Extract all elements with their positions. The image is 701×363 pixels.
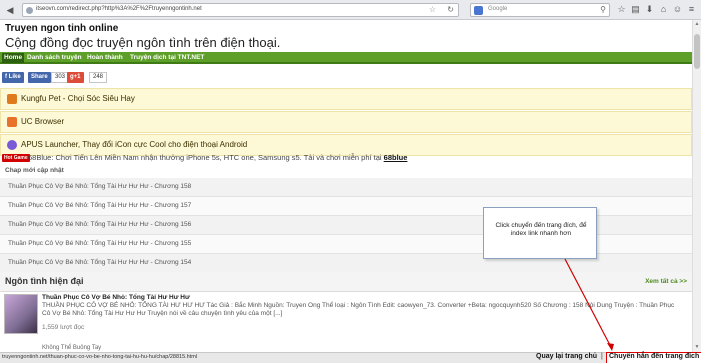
kungfu-pet-icon [7, 94, 17, 104]
home-icon[interactable]: ⌂ [658, 4, 669, 15]
scroll-down-icon[interactable]: ▼ [693, 343, 701, 352]
nav-story-list[interactable]: Danh sách truyện [27, 54, 82, 61]
page-scrollbar[interactable]: ▲ ▼ [692, 20, 701, 352]
update-link[interactable]: Thuần Phục Cô Vợ Bé Nhỏ: Tổng Tài Hư Hư … [8, 240, 191, 247]
site-name[interactable]: Truyen ngon tinh online [5, 23, 687, 34]
update-link[interactable]: Thuần Phục Cô Vợ Bé Nhỏ: Tổng Tài Hư Hư … [8, 183, 191, 190]
section-title: Ngôn tình hiện đại [5, 276, 84, 286]
story-description: THUẦN PHỤC CÔ VỢ BÉ NHỎ: TỔNG TÀI HƯ HƯ … [42, 302, 675, 317]
gplus-count: 248 [89, 72, 108, 83]
chat-icon[interactable]: ☺ [672, 4, 683, 15]
status-bar: truyenngontinh.net/thuan-phuc-co-vo-be-n… [0, 352, 701, 363]
download-icon[interactable]: ⬇ [644, 4, 655, 15]
see-all-link[interactable]: Xem tất cả >> [645, 278, 687, 285]
promo-text[interactable]: UC Browser [21, 117, 64, 126]
callout-arrow-head [607, 343, 614, 351]
update-link[interactable]: Thuần Phục Cô Vợ Bé Nhỏ: Tổng Tài Hư Hư … [8, 202, 191, 209]
update-link[interactable]: Thuần Phục Cô Vợ Bé Nhỏ: Tổng Tài Hư Hư … [8, 259, 191, 266]
nav-translated[interactable]: Truyện dịch tại TNT.NET [130, 54, 204, 61]
star-icon[interactable]: ☆ [616, 4, 627, 15]
status-url: truyenngontinh.net/thuan-phuc-co-vo-be-n… [2, 354, 198, 360]
social-bar: f Like Share 303 g+1 248 [0, 72, 300, 84]
site-header: Truyen ngon tinh online Cộng đồng đọc tr… [0, 20, 692, 50]
facebook-share-button[interactable]: Share [28, 72, 51, 83]
back-icon[interactable]: ◀ [4, 4, 16, 16]
back-home-link[interactable]: Quay lại trang chủ [536, 353, 597, 360]
scroll-thumb[interactable] [694, 34, 700, 69]
update-link[interactable]: Thuần Phục Cô Vợ Bé Nhỏ: Tổng Tài Hư Hư … [8, 221, 191, 228]
uc-browser-icon [7, 117, 17, 127]
hot-game-text: 68Blue: Chơi Tiến Lên Miền Nam nhận thưở… [28, 153, 408, 162]
story-views: 1,559 lượt đọc [42, 324, 85, 331]
scroll-up-icon[interactable]: ▲ [693, 20, 701, 29]
go-destination-link[interactable]: Chuyển hẳn đến trang đích [606, 352, 701, 363]
hot-game-line: Hot Game 68Blue: Chơi Tiến Lên Miền Nam … [0, 153, 692, 164]
nav-home[interactable]: Home [2, 53, 25, 63]
nav-completed[interactable]: Hoàn thành [87, 54, 123, 61]
site-tagline: Cộng đồng đọc truyện ngôn tình trên điện… [5, 35, 281, 50]
main-navigation: Home Danh sách truyện Hoàn thành Truyện … [0, 52, 692, 64]
google-plus-button[interactable]: g+1 [67, 72, 84, 83]
promo-list: Kungfu Pet - Chọi Sóc Siêu Hay UC Browse… [0, 88, 692, 157]
hot-game-link[interactable]: 68blue [384, 153, 408, 162]
search-icon[interactable]: ⚲ [600, 5, 606, 14]
menu-icon[interactable]: ≡ [686, 4, 697, 15]
promo-text[interactable]: APUS Launcher, Thay đổi iCon cực Cool ch… [21, 140, 247, 149]
next-story-title[interactable]: Không Thể Buông Tay [42, 345, 101, 351]
facebook-like-button[interactable]: f Like [2, 72, 24, 83]
search-placeholder: Google [488, 6, 508, 12]
address-bar[interactable]: itseovn.com/redirect.php?http%3A%2F%2Ftr… [22, 3, 459, 17]
search-engine-icon[interactable] [474, 6, 483, 15]
hot-game-badge: Hot Game [2, 154, 30, 162]
apus-launcher-icon [7, 140, 17, 150]
list-item[interactable]: Thuần Phục Cô Vợ Bé Nhỏ: Tổng Tài Hư Hư … [0, 178, 692, 197]
story-title[interactable]: Thuần Phục Cô Vợ Bé Nhỏ: Tổng Tài Hư Hư … [42, 294, 190, 301]
annotation-callout: Click chuyển đến trang đích, để index li… [483, 207, 597, 259]
status-separator: | [601, 353, 603, 360]
story-thumbnail[interactable] [4, 294, 38, 334]
search-bar[interactable]: Google ⚲ [470, 3, 610, 17]
clipboard-icon[interactable]: ▤ [630, 4, 641, 15]
callout-text: Click chuyển đến trang đích, để index li… [495, 222, 587, 237]
story-item: Thuần Phục Cô Vợ Bé Nhỏ: Tổng Tài Hư Hư … [0, 294, 692, 351]
latest-updates-title: Chap mới cập nhật [5, 167, 64, 174]
promo-item[interactable]: Kungfu Pet - Chọi Sóc Siêu Hay [0, 88, 692, 110]
browser-toolbar: ◀ itseovn.com/redirect.php?http%3A%2F%2F… [0, 0, 701, 20]
bookmark-star-icon[interactable]: ☆ [429, 5, 436, 14]
site-identity-icon[interactable] [26, 7, 33, 14]
reload-icon[interactable]: ↻ [447, 5, 454, 14]
promo-text[interactable]: Kungfu Pet - Chọi Sóc Siêu Hay [21, 94, 135, 103]
address-bar-url: itseovn.com/redirect.php?http%3A%2F%2Ftr… [36, 6, 202, 12]
promo-item[interactable]: UC Browser [0, 111, 692, 133]
section-header: Ngôn tình hiện đại Xem tất cả >> [0, 272, 692, 292]
